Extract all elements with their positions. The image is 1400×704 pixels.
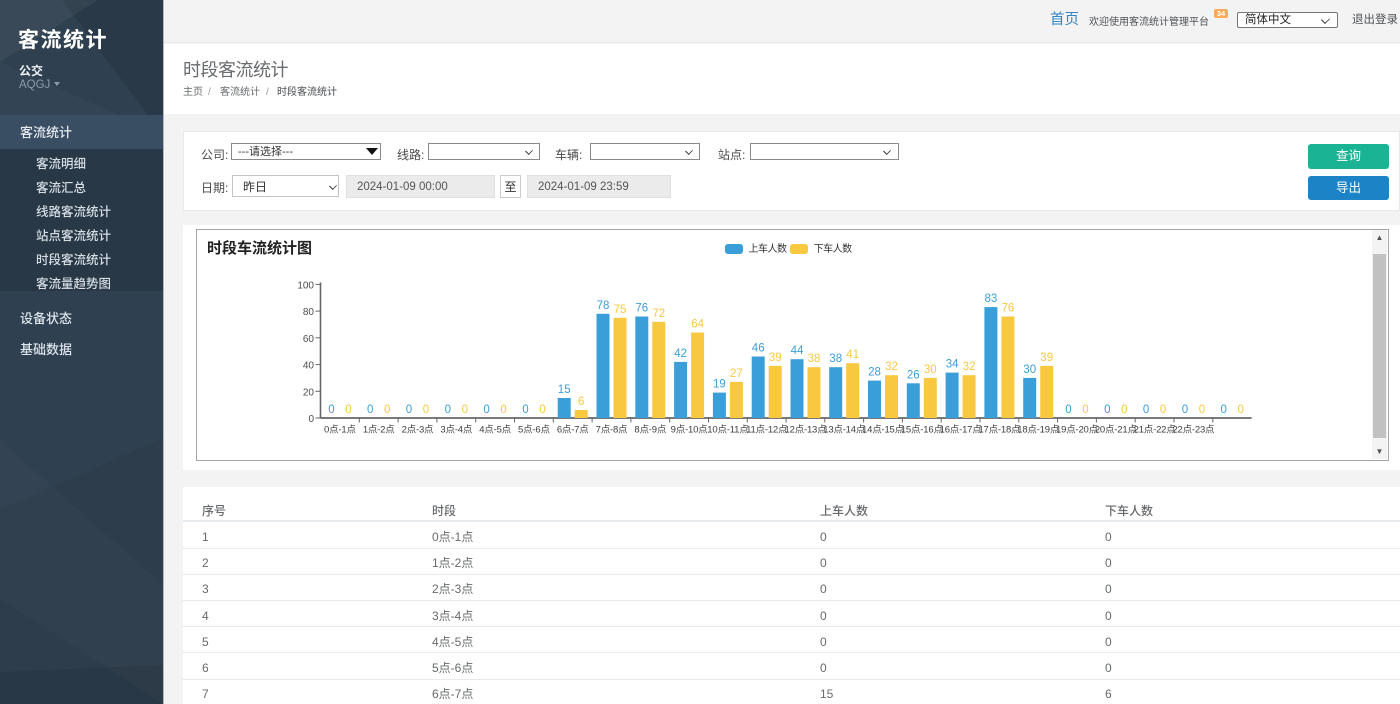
svg-text:0: 0 xyxy=(1220,404,1226,416)
svg-text:78: 78 xyxy=(597,300,610,312)
svg-text:26: 26 xyxy=(907,369,920,381)
svg-text:28: 28 xyxy=(868,367,881,379)
svg-text:76: 76 xyxy=(635,303,648,315)
svg-text:0: 0 xyxy=(1082,404,1088,416)
svg-text:0: 0 xyxy=(539,404,545,416)
svg-text:0: 0 xyxy=(1199,404,1205,416)
svg-text:13点-14点: 13点-14点 xyxy=(823,425,866,436)
svg-text:40: 40 xyxy=(303,361,315,372)
svg-text:83: 83 xyxy=(985,293,998,305)
svg-text:4点-5点: 4点-5点 xyxy=(479,425,511,436)
svg-text:1点-2点: 1点-2点 xyxy=(363,425,395,436)
svg-text:0: 0 xyxy=(1065,404,1071,416)
svg-text:80: 80 xyxy=(303,307,315,318)
svg-text:0: 0 xyxy=(308,414,314,425)
svg-text:39: 39 xyxy=(769,352,782,364)
svg-text:11点-12点: 11点-12点 xyxy=(746,425,788,436)
svg-text:46: 46 xyxy=(752,343,765,355)
svg-text:0: 0 xyxy=(445,404,451,416)
svg-text:44: 44 xyxy=(791,345,804,357)
svg-text:30: 30 xyxy=(924,364,937,376)
svg-text:64: 64 xyxy=(691,319,704,331)
svg-text:32: 32 xyxy=(963,361,976,373)
svg-text:20点-21点: 20点-21点 xyxy=(1095,425,1138,436)
svg-text:15点-16点: 15点-16点 xyxy=(901,425,944,436)
svg-text:16点-17点: 16点-17点 xyxy=(940,425,983,436)
svg-text:32: 32 xyxy=(885,361,898,373)
svg-text:0: 0 xyxy=(462,404,468,416)
svg-text:0: 0 xyxy=(384,404,390,416)
svg-text:17点-18点: 17点-18点 xyxy=(978,425,1021,436)
svg-text:0点-1点: 0点-1点 xyxy=(324,425,356,436)
svg-text:0: 0 xyxy=(406,404,412,416)
svg-text:0: 0 xyxy=(328,404,334,416)
svg-text:72: 72 xyxy=(652,308,665,320)
svg-text:100: 100 xyxy=(297,280,314,291)
svg-text:15: 15 xyxy=(558,384,571,396)
svg-text:19: 19 xyxy=(713,379,726,391)
svg-text:76: 76 xyxy=(1002,303,1015,315)
svg-text:14点-15点: 14点-15点 xyxy=(862,425,905,436)
svg-text:0: 0 xyxy=(522,404,528,416)
svg-text:0: 0 xyxy=(1143,404,1149,416)
svg-text:42: 42 xyxy=(674,348,687,360)
svg-text:0: 0 xyxy=(1237,404,1243,416)
svg-text:6点-7点: 6点-7点 xyxy=(557,425,589,436)
svg-text:0: 0 xyxy=(1121,404,1127,416)
svg-text:39: 39 xyxy=(1040,352,1053,364)
svg-text:8点-9点: 8点-9点 xyxy=(634,425,666,436)
svg-text:18点-19点: 18点-19点 xyxy=(1017,425,1060,436)
svg-text:0: 0 xyxy=(1160,404,1166,416)
svg-text:12点-13点: 12点-13点 xyxy=(785,425,828,436)
svg-text:0: 0 xyxy=(367,404,373,416)
svg-text:0: 0 xyxy=(1104,404,1110,416)
svg-text:27: 27 xyxy=(730,368,743,380)
svg-text:0: 0 xyxy=(500,404,506,416)
svg-text:10点-11点: 10点-11点 xyxy=(707,425,749,436)
svg-text:75: 75 xyxy=(614,304,627,316)
svg-text:6: 6 xyxy=(578,396,584,408)
svg-text:9点-10点: 9点-10点 xyxy=(671,425,709,436)
svg-text:22点-23点: 22点-23点 xyxy=(1172,425,1215,436)
svg-text:0: 0 xyxy=(483,404,489,416)
svg-text:7点-8点: 7点-8点 xyxy=(596,425,628,436)
svg-text:20: 20 xyxy=(303,387,315,398)
svg-text:3点-4点: 3点-4点 xyxy=(440,425,472,436)
svg-text:0: 0 xyxy=(345,404,351,416)
svg-text:60: 60 xyxy=(303,334,315,345)
svg-text:34: 34 xyxy=(946,359,959,371)
svg-text:38: 38 xyxy=(808,353,821,365)
svg-text:19点-20点: 19点-20点 xyxy=(1056,425,1099,436)
svg-text:2点-3点: 2点-3点 xyxy=(402,425,434,436)
svg-text:41: 41 xyxy=(846,349,859,361)
svg-text:0: 0 xyxy=(423,404,429,416)
svg-text:21点-22点: 21点-22点 xyxy=(1134,425,1177,436)
svg-text:30: 30 xyxy=(1023,364,1036,376)
svg-text:38: 38 xyxy=(829,353,842,365)
svg-text:0: 0 xyxy=(1182,404,1188,416)
svg-text:5点-6点: 5点-6点 xyxy=(518,425,550,436)
